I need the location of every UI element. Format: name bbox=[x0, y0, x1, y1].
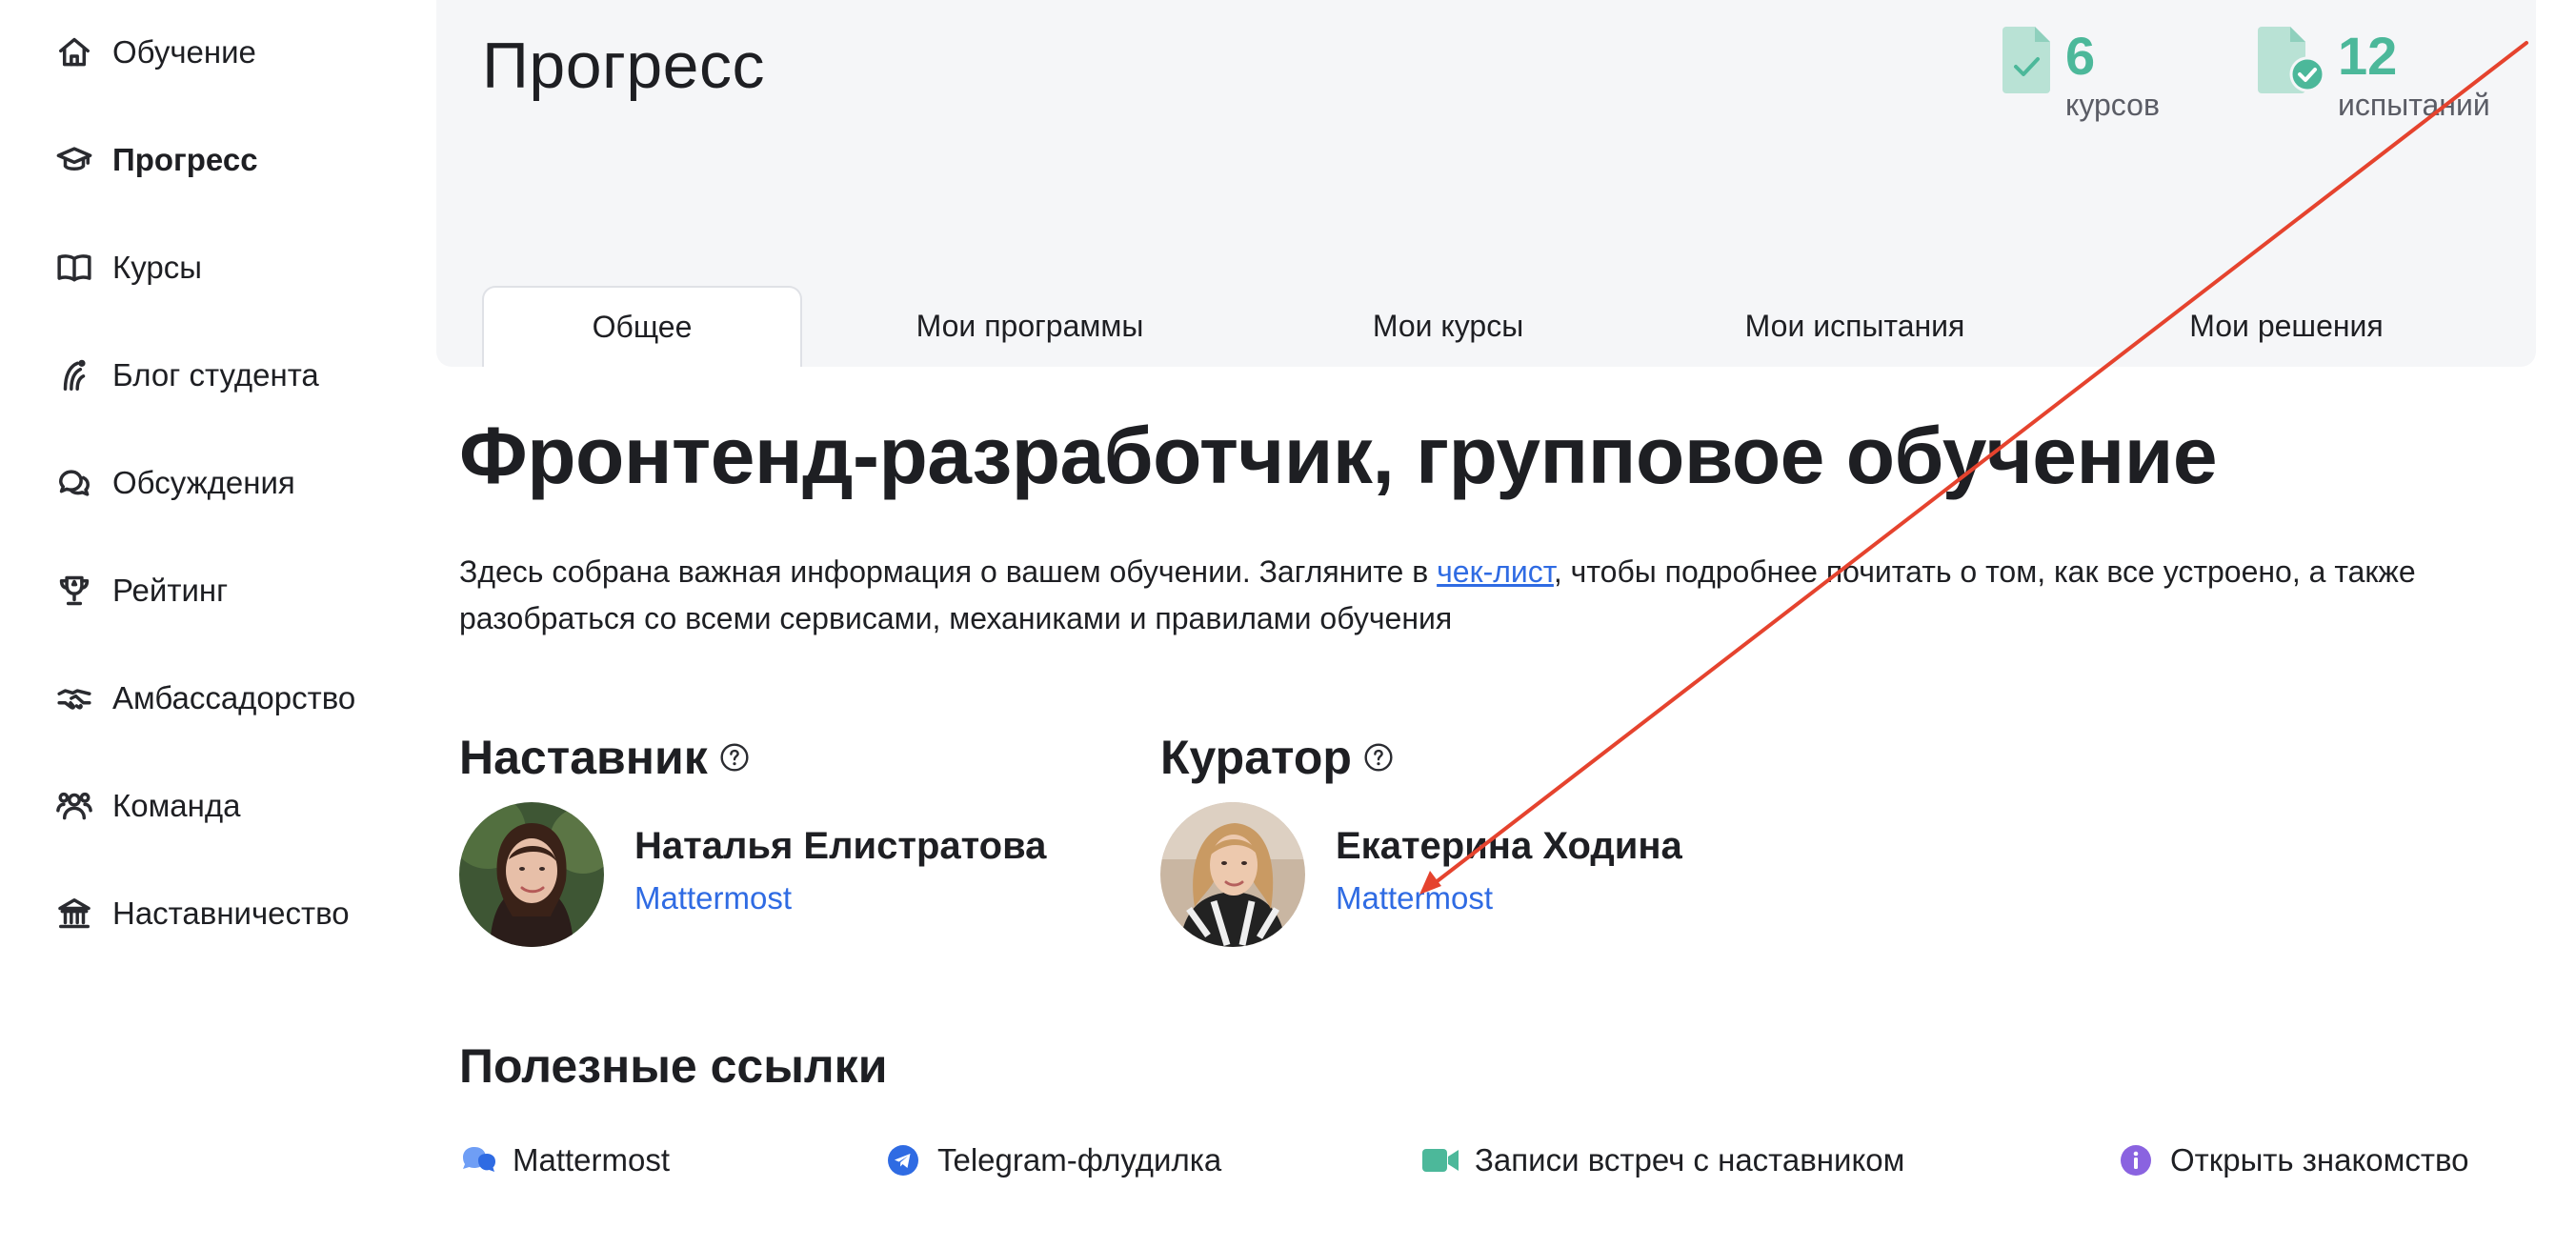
sidebar-item-progress[interactable]: Прогресс bbox=[53, 131, 258, 189]
curator-mattermost-link[interactable]: Mattermost bbox=[1336, 880, 1493, 916]
sidebar-item-student-blog[interactable]: Блог студента bbox=[53, 347, 319, 404]
blog-icon bbox=[53, 354, 95, 396]
sidebar-item-rating[interactable]: Рейтинг bbox=[53, 562, 228, 619]
sidebar-item-label: Блог студента bbox=[112, 357, 319, 393]
mentor-heading: Наставник bbox=[459, 730, 750, 785]
document-badge-icon bbox=[2258, 27, 2326, 93]
sidebar-item-label: Обсуждения bbox=[112, 465, 295, 500]
trophy-icon bbox=[53, 570, 95, 612]
tab-my-challenges[interactable]: Мои испытания bbox=[1639, 286, 2071, 367]
sidebar-item-discussions[interactable]: Обсуждения bbox=[53, 454, 295, 512]
sidebar-item-label: Амбассадорство bbox=[112, 680, 356, 715]
challenges-stat: 12 испытаний bbox=[2258, 27, 2490, 123]
handshake-icon bbox=[53, 677, 95, 719]
curator-name: Екатерина Ходина bbox=[1336, 825, 1682, 867]
mentor-name: Наталья Елистратова bbox=[634, 825, 1047, 867]
video-camera-icon bbox=[1421, 1141, 1459, 1179]
courses-stat: 6 курсов bbox=[2002, 27, 2160, 123]
sidebar-item-label: Рейтинг bbox=[112, 573, 229, 608]
page-title: Прогресс bbox=[482, 30, 765, 102]
sidebar-item-mentorship[interactable]: Наставничество bbox=[53, 885, 350, 942]
team-icon bbox=[53, 785, 95, 827]
mattermost-icon bbox=[459, 1141, 497, 1179]
sidebar: Обучение Прогресс Курсы Блог студента Об… bbox=[0, 0, 419, 1248]
tab-my-courses[interactable]: Мои курсы bbox=[1258, 286, 1639, 367]
sidebar-item-ambassadorship[interactable]: Амбассадорство bbox=[53, 670, 355, 727]
sidebar-item-label: Обучение bbox=[112, 34, 256, 70]
book-icon bbox=[53, 247, 95, 289]
checklist-link[interactable]: чек-лист bbox=[1437, 554, 1554, 589]
sidebar-item-learning[interactable]: Обучение bbox=[53, 24, 256, 81]
courses-count: 6 bbox=[2065, 26, 2096, 86]
help-icon[interactable] bbox=[719, 742, 750, 773]
intro-text: Здесь собрана важная информация о вашем … bbox=[459, 554, 2416, 635]
tab-my-solutions[interactable]: Мои решения bbox=[2071, 286, 2502, 367]
curator-avatar bbox=[1160, 802, 1305, 947]
mentor-mattermost-link[interactable]: Mattermost bbox=[634, 880, 792, 916]
useful-links-title: Полезные ссылки bbox=[459, 1039, 888, 1093]
useful-link-meeting-recordings[interactable]: Записи встреч с наставником bbox=[1421, 1141, 1904, 1179]
graduation-cap-icon bbox=[53, 139, 95, 181]
tab-my-programs[interactable]: Мои программы bbox=[802, 286, 1258, 367]
sidebar-item-label: Прогресс bbox=[112, 142, 258, 177]
sidebar-item-label: Наставничество bbox=[112, 896, 350, 931]
sidebar-item-courses[interactable]: Курсы bbox=[53, 239, 202, 296]
info-icon bbox=[2117, 1141, 2155, 1179]
telegram-icon bbox=[884, 1141, 922, 1179]
mentor-avatar bbox=[459, 802, 604, 947]
useful-link-label: Telegram-флудилка bbox=[937, 1142, 1222, 1178]
home-icon bbox=[53, 31, 95, 73]
challenges-count: 12 bbox=[2338, 26, 2398, 86]
institution-icon bbox=[53, 893, 95, 935]
useful-link-label: Открыть знакомство bbox=[2170, 1142, 2469, 1178]
useful-link-label: Mattermost bbox=[513, 1142, 671, 1178]
curator-heading: Куратор bbox=[1160, 730, 1394, 785]
help-icon[interactable] bbox=[1363, 742, 1394, 773]
courses-caption: курсов bbox=[2065, 87, 2160, 122]
useful-link-introduction[interactable]: Открыть знакомство bbox=[2117, 1141, 2468, 1179]
sidebar-item-team[interactable]: Команда bbox=[53, 777, 240, 835]
progress-tabs: Общее Мои программы Мои курсы Мои испыта… bbox=[482, 286, 2502, 367]
chat-bubbles-icon bbox=[53, 462, 95, 504]
sidebar-item-label: Команда bbox=[112, 788, 241, 823]
challenges-caption: испытаний bbox=[2338, 87, 2490, 122]
useful-link-label: Записи встреч с наставником bbox=[1475, 1142, 1905, 1178]
tab-general[interactable]: Общее bbox=[482, 286, 802, 367]
sidebar-item-label: Курсы bbox=[112, 250, 202, 285]
useful-link-telegram[interactable]: Telegram-флудилка bbox=[884, 1141, 1221, 1179]
useful-link-mattermost[interactable]: Mattermost bbox=[459, 1141, 670, 1179]
program-title: Фронтенд-разработчик, групповое обучение bbox=[459, 411, 2218, 500]
document-check-icon bbox=[2002, 27, 2054, 93]
